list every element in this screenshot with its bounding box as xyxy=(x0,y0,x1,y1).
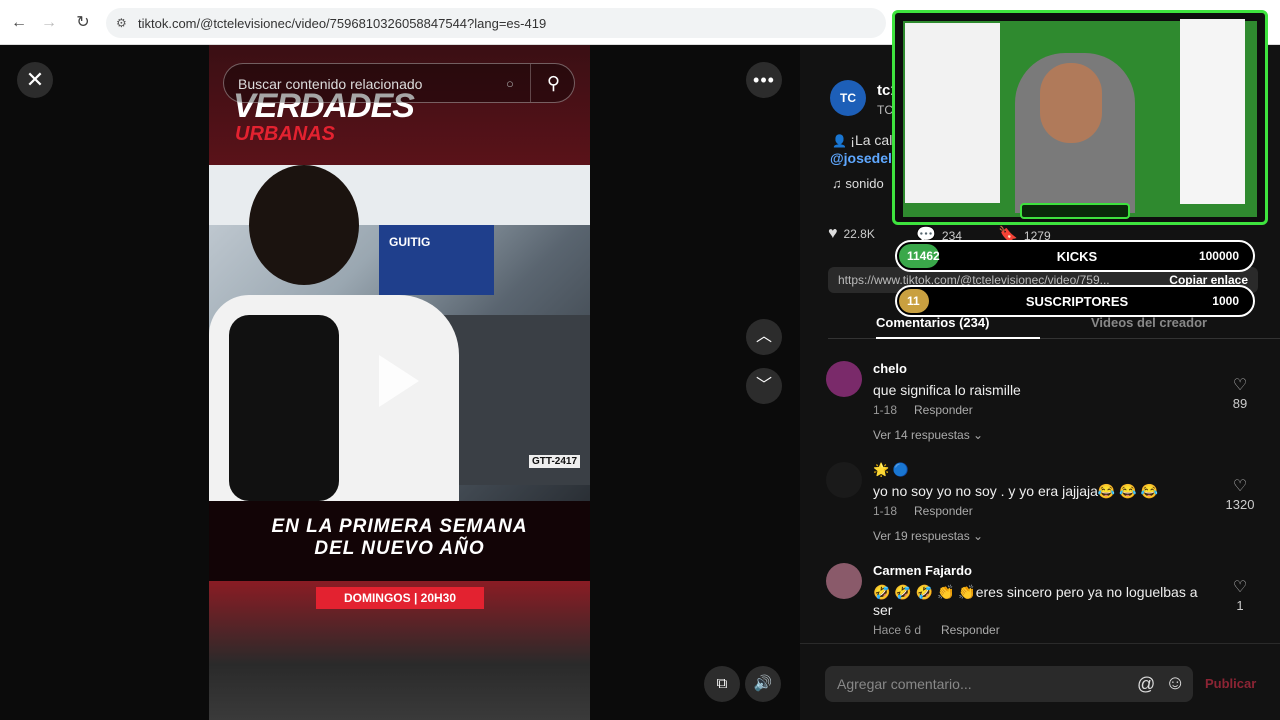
panel-tabs: Comentarios (234) Videos del creador xyxy=(828,315,1280,339)
loading-spinner-icon: ○ xyxy=(506,76,514,91)
mention-icon[interactable]: @ xyxy=(1137,674,1155,695)
video-truck: GUITIG xyxy=(379,225,494,295)
reload-icon[interactable]: ↻ xyxy=(72,12,94,34)
volume-button[interactable]: 🔊 xyxy=(745,666,781,702)
caption-line-2: DEL NUEVO AÑO xyxy=(314,538,485,559)
comment-placeholder: Agregar comentario... xyxy=(837,676,972,692)
emoji-icon[interactable]: ☺ xyxy=(1165,672,1185,695)
next-video-button[interactable]: ﹀ xyxy=(746,368,782,404)
comment-text: 🤣 🤣 🤣 👏 👏eres sincero pero ya no loguelb… xyxy=(873,584,1198,618)
close-button[interactable]: ✕ xyxy=(17,62,53,98)
comment-text: que significa lo raismille xyxy=(873,382,1021,398)
comment-input[interactable]: Agregar comentario... @ ☺ xyxy=(825,666,1193,702)
brand-subtitle: URBANAS xyxy=(235,123,335,145)
video-stage: ✕ VERDADES URBANAS GUITIG GTT-2417 EN LA… xyxy=(0,45,800,720)
webcam-overlay xyxy=(892,10,1268,225)
previous-video-button[interactable]: ︿ xyxy=(746,319,782,355)
kicks-goal: 100000 xyxy=(1198,249,1239,263)
reply-button[interactable]: Responder xyxy=(914,403,973,417)
commenter-avatar[interactable] xyxy=(826,361,862,397)
reply-button[interactable]: Responder xyxy=(941,623,1000,637)
commenter-name[interactable]: 🌟 🔵 xyxy=(873,462,909,478)
webcam-frame-hud xyxy=(1020,203,1130,219)
comment-like-icon[interactable]: ♡ xyxy=(1226,476,1254,496)
picture-in-picture-button[interactable]: ⧉ xyxy=(704,666,740,702)
comment-date: 1-18 xyxy=(873,403,898,417)
related-search-bar[interactable]: Buscar contenido relacionado ○ ⚲ xyxy=(223,63,575,103)
subscribers-goal: 1000 xyxy=(1212,294,1239,308)
back-icon[interactable]: ← xyxy=(8,12,30,34)
commenter-name[interactable]: Carmen Fajardo xyxy=(873,563,972,578)
comment-like-icon[interactable]: ♡ xyxy=(1226,375,1254,395)
webcam-shelf-left xyxy=(905,23,1000,203)
video-person-head xyxy=(249,165,359,285)
video-footer-graphic: DOMINGOS | 20H30 xyxy=(209,581,590,720)
tab-comments[interactable]: Comentarios (234) xyxy=(876,315,1040,339)
video-player[interactable]: VERDADES URBANAS GUITIG GTT-2417 EN LA P… xyxy=(209,45,590,720)
search-icon[interactable]: ⚲ xyxy=(530,64,576,102)
video-description: 👤 ¡La cal xyxy=(832,132,892,148)
video-caption: EN LA PRIMERA SEMANA DEL NUEVO AÑO xyxy=(209,501,590,581)
comment-input-area: Agregar comentario... @ ☺ Publicar xyxy=(800,643,1280,720)
person-icon: 👤 xyxy=(832,134,851,148)
sound-link[interactable]: ♫ sonido xyxy=(832,176,884,191)
comment-like-count: 1 xyxy=(1236,598,1244,613)
webcam-face xyxy=(1040,63,1102,143)
commenter-name[interactable]: chelo xyxy=(873,361,907,376)
post-button[interactable]: Publicar xyxy=(1205,676,1256,691)
video-frame: GUITIG GTT-2417 xyxy=(209,165,590,501)
comment-like-count: 89 xyxy=(1232,396,1248,411)
search-input[interactable]: Buscar contenido relacionado xyxy=(238,76,422,92)
truck-sign: GUITIG xyxy=(389,235,431,249)
like-count: 22.8K xyxy=(843,227,875,241)
mention-link[interactable]: @josedel xyxy=(830,150,892,166)
author-avatar[interactable]: TC xyxy=(830,80,866,116)
comment-text: yo no soy yo no soy . y yo era jajjaja😂 … xyxy=(873,483,1158,499)
comment-date: Hace 6 d xyxy=(873,623,922,637)
address-bar[interactable]: ⚙ tiktok.com/@tctelevisionec/video/75968… xyxy=(106,8,886,38)
url-text: tiktok.com/@tctelevisionec/video/7596810… xyxy=(138,16,547,31)
video-backpack xyxy=(229,315,339,501)
view-replies-button[interactable]: Ver 19 respuestas ⌄ xyxy=(873,529,983,543)
author-username: TC xyxy=(877,103,893,117)
heart-icon: ♥ xyxy=(828,225,838,242)
subscribers-goal-bar: 11 SUSCRIPTORES 1000 xyxy=(895,285,1255,317)
forward-icon[interactable]: → xyxy=(38,12,60,34)
comment-like-count: 1320 xyxy=(1225,497,1255,512)
schedule-tag: DOMINGOS | 20H30 xyxy=(316,587,484,609)
tab-creator-videos[interactable]: Videos del creador xyxy=(1091,315,1207,339)
music-note-icon: ♫ xyxy=(832,176,846,191)
webcam-shelf-right xyxy=(1180,19,1245,204)
subscribers-label: SUSCRIPTORES xyxy=(1025,294,1129,309)
description-text: ¡La cal xyxy=(850,132,893,148)
license-plate: GTT-2417 xyxy=(529,455,581,468)
kicks-goal-bar: 11462 KICKS 100000 xyxy=(895,240,1255,272)
site-info-icon[interactable]: ⚙ xyxy=(116,15,132,31)
comment-date: 1-18 xyxy=(873,504,898,518)
reply-button[interactable]: Responder xyxy=(914,504,973,518)
play-icon[interactable] xyxy=(379,355,419,407)
more-options-button[interactable]: ••• xyxy=(746,62,782,98)
comment-like-icon[interactable]: ♡ xyxy=(1226,577,1254,597)
commenter-avatar[interactable] xyxy=(826,563,862,599)
sound-text: sonido xyxy=(845,176,884,191)
caption-line-1: EN LA PRIMERA SEMANA xyxy=(271,516,528,537)
like-button[interactable]: ♥ 22.8K xyxy=(828,225,875,243)
commenter-avatar[interactable] xyxy=(826,462,862,498)
view-replies-button[interactable]: Ver 14 respuestas ⌄ xyxy=(873,428,983,442)
